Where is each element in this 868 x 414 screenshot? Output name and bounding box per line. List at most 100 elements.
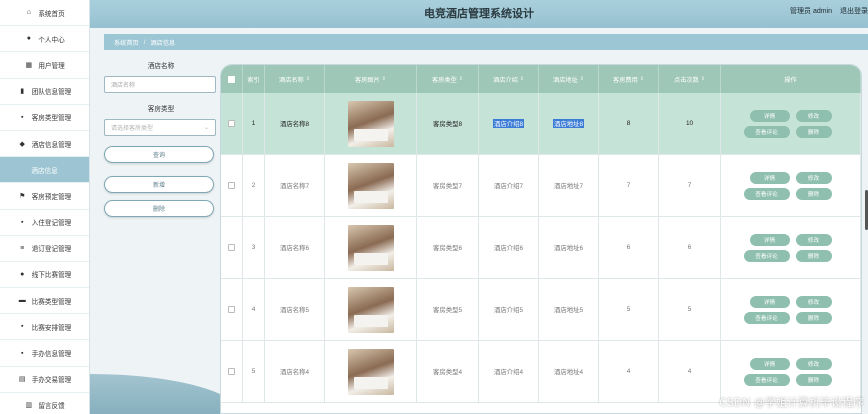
sidebar-item[interactable]: ▪ 入住登记管理 <box>0 210 89 236</box>
decorative-wave <box>90 374 240 414</box>
room-image[interactable] <box>347 348 394 395</box>
table-row[interactable]: 3 酒店名称6 客房类型6 酒店介绍6 酒店地址6 6 6 详情 修改 查看评论 删除 <box>221 217 861 279</box>
edit-button[interactable]: 修改 <box>795 171 832 184</box>
detail-button[interactable]: 详情 <box>749 357 790 370</box>
view-reviews-button[interactable]: 查看评论 <box>743 249 790 262</box>
edit-button[interactable]: 修改 <box>795 233 832 246</box>
sidebar-item[interactable]: ◆ 酒店信息管理 <box>0 131 89 158</box>
map-pin-icon: ◆ <box>19 140 25 148</box>
table-row[interactable]: 2 酒店名称7 客房类型7 酒店介绍7 酒店地址7 7 7 详情 修改 查看评论 删除 <box>221 155 861 217</box>
edit-button[interactable]: 修改 <box>795 357 832 370</box>
add-button[interactable]: 新增 <box>104 176 214 193</box>
sidebar-item[interactable]: ▦ 用户管理 <box>0 52 89 79</box>
name-cell: 酒店名称6 <box>265 217 325 278</box>
sidebar-item[interactable]: ▪ 客房类型管理 <box>0 105 89 131</box>
view-reviews-button[interactable]: 查看评论 <box>743 187 790 200</box>
col-header[interactable]: 酒店地址 ⇕ <box>539 65 599 93</box>
sidebar-item[interactable]: ▮ 团队信息管理 <box>0 79 89 105</box>
detail-button[interactable]: 详情 <box>749 171 790 184</box>
view-reviews-button[interactable]: 查看评论 <box>743 373 790 386</box>
sidebar-item-label: 比赛类型管理 <box>31 298 72 306</box>
table-row[interactable]: 4 酒店名称5 客房类型5 酒店介绍5 酒店地址5 5 5 详情 修改 查看评论 删除 <box>221 279 861 341</box>
sidebar-item[interactable]: ≡ 退订登记管理 <box>0 236 89 262</box>
view-reviews-button[interactable]: 查看评论 <box>743 125 790 138</box>
row-select-cell <box>221 93 243 154</box>
address-cell: 酒店地址4 <box>539 341 599 402</box>
delete-row-button[interactable]: 删除 <box>795 249 832 262</box>
sort-icon: ⇕ <box>639 76 644 82</box>
edit-button[interactable]: 修改 <box>795 109 832 122</box>
detail-button[interactable]: 详情 <box>749 295 790 308</box>
image-cell <box>325 341 417 402</box>
room-image[interactable] <box>347 224 394 271</box>
row-select-cell <box>221 217 243 278</box>
sort-icon: ⇕ <box>458 76 463 82</box>
user-icon: ● <box>26 35 31 43</box>
row-checkbox[interactable] <box>228 120 235 127</box>
sidebar-item-label: 酒店信息管理 <box>31 141 72 149</box>
sidebar-item-label: 手办交易管理 <box>31 377 72 385</box>
sidebar-item[interactable]: ▪ 比赛安排管理 <box>0 314 89 341</box>
delete-row-button[interactable]: 删除 <box>795 125 832 138</box>
delete-button[interactable]: 删除 <box>104 200 214 217</box>
sort-icon: ⇕ <box>381 76 386 82</box>
table-row[interactable]: 1 酒店名称8 客房类型8 酒店介绍8 酒店地址8 8 10 详情 修改 查看评论 删除 <box>221 93 861 155</box>
room-type-placeholder: 请选择客房类型 <box>111 126 154 132</box>
sidebar-item[interactable]: ▥ 留言反馈 <box>0 393 89 414</box>
room-image[interactable] <box>347 286 394 333</box>
select-all-checkbox[interactable] <box>228 75 235 83</box>
sidebar-item-label: 退订登记管理 <box>31 246 72 254</box>
sort-icon: ⇕ <box>305 76 310 82</box>
image-cell <box>325 155 417 216</box>
view-reviews-button[interactable]: 查看评论 <box>743 311 790 324</box>
col-header[interactable]: 酒店介绍 ⇕ <box>479 65 539 93</box>
row-checkbox[interactable] <box>228 182 235 189</box>
logout-link[interactable]: 退出登录 <box>840 8 868 15</box>
delete-row-button[interactable]: 删除 <box>795 311 832 324</box>
col-header[interactable]: 索引 <box>243 65 265 93</box>
sidebar-item[interactable]: ● 线下比赛管理 <box>0 262 89 289</box>
actions-cell: 详情 修改 查看评论 删除 <box>721 341 861 402</box>
col-header[interactable]: 客房费用 ⇕ <box>599 65 659 93</box>
intro-cell: 酒店介绍4 <box>479 341 539 402</box>
row-checkbox[interactable] <box>228 306 235 313</box>
room-image[interactable] <box>347 162 394 209</box>
actions-cell: 详情 修改 查看评论 删除 <box>721 155 861 216</box>
col-header[interactable]: 点击次数 ⇕ <box>659 65 721 93</box>
col-header[interactable]: 客房类型 ⇕ <box>417 65 479 93</box>
room-type-label: 客房类型 <box>147 106 175 113</box>
sidebar-item[interactable]: ⌂ 系统首页 <box>0 0 89 27</box>
col-header[interactable]: 酒店名称 ⇕ <box>265 65 325 93</box>
sort-icon: ⇕ <box>700 76 705 82</box>
name-cell: 酒店名称5 <box>265 279 325 340</box>
delete-row-button[interactable]: 删除 <box>795 373 832 386</box>
sidebar-item[interactable]: ▬ 比赛类型管理 <box>0 288 89 315</box>
sidebar-item-label: 客房类型管理 <box>31 115 72 123</box>
sidebar-item[interactable]: 酒店信息 <box>0 157 89 184</box>
sidebar-item[interactable]: ▤ 手办交易管理 <box>0 367 89 393</box>
detail-button[interactable]: 详情 <box>749 233 790 246</box>
sidebar-item[interactable]: ● 个人中心 <box>0 26 89 53</box>
hotel-name-label: 酒店名称 <box>147 63 175 70</box>
sidebar-item[interactable]: ▪ 手办信息管理 <box>0 340 89 367</box>
row-checkbox[interactable] <box>228 244 235 251</box>
edit-button[interactable]: 修改 <box>795 295 832 308</box>
name-cell: 酒店名称4 <box>265 341 325 402</box>
query-button[interactable]: 查询 <box>104 146 214 163</box>
sidebar-item[interactable]: ⚑ 客房预定管理 <box>0 183 89 210</box>
grid-icon: ▪ <box>20 218 24 226</box>
type-cell: 客房类型6 <box>417 217 479 278</box>
sidebar-item-label: 酒店信息 <box>31 167 58 175</box>
sort-icon: ⇕ <box>519 76 524 82</box>
sort-icon: ⇕ <box>579 76 584 82</box>
hotel-name-input[interactable]: 酒店名称 <box>104 76 216 93</box>
row-checkbox[interactable] <box>228 368 235 375</box>
delete-row-button[interactable]: 删除 <box>795 187 832 200</box>
grid-icon: ▪ <box>20 323 24 331</box>
col-header[interactable]: 客房图片 ⇕ <box>325 65 417 93</box>
room-image[interactable] <box>347 100 394 147</box>
detail-button[interactable]: 详情 <box>749 109 790 122</box>
room-type-select[interactable]: 请选择客房类型 ⌄ <box>104 119 216 136</box>
user-area: 管理员 admin 退出登录 <box>784 6 868 16</box>
breadcrumb-home[interactable]: 系统首页 <box>114 38 139 47</box>
